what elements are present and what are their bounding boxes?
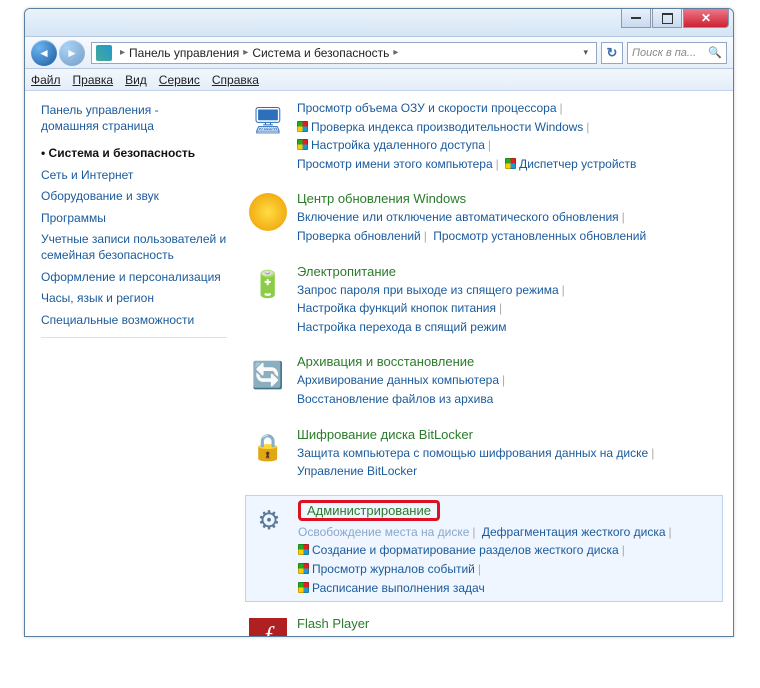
minimize-button[interactable] (621, 9, 651, 28)
menu-help[interactable]: Справка (212, 73, 259, 87)
sidebar-title[interactable]: Панель управления - (41, 103, 227, 117)
link[interactable]: Просмотр установленных обновлений (433, 229, 646, 243)
sidebar-item-hardware[interactable]: Оборудование и звук (41, 186, 227, 208)
sidebar-item-accessibility[interactable]: Специальные возможности (41, 310, 227, 332)
sidebar-subtitle[interactable]: домашняя страница (41, 119, 227, 133)
sidebar-item-system-security[interactable]: Система и безопасность (41, 143, 227, 165)
shield-icon (505, 158, 516, 169)
administration-icon: ⚙ (250, 502, 288, 540)
link[interactable]: Дефрагментация жесткого диска (482, 525, 666, 539)
shield-icon (298, 563, 309, 574)
sidebar-item-programs[interactable]: Программы (41, 208, 227, 230)
shield-icon (298, 582, 309, 593)
link[interactable]: Проверка индекса производительности Wind… (311, 120, 583, 134)
breadcrumb-root[interactable]: Панель управления (129, 46, 239, 60)
link[interactable]: Запрос пароля при выходе из спящего режи… (297, 283, 559, 297)
sidebar-item-appearance[interactable]: Оформление и персонализация (41, 267, 227, 289)
content-pane: 🖥 Просмотр объема ОЗУ и скорости процесс… (235, 91, 733, 636)
menu-file[interactable]: Файл (31, 73, 61, 87)
menu-view[interactable]: Вид (125, 73, 147, 87)
section-administration: ⚙ Администрирование Освобождение места н… (245, 495, 723, 602)
backup-icon: 🔄 (249, 356, 287, 394)
link[interactable]: Управление BitLocker (297, 464, 417, 478)
category-administration[interactable]: Администрирование (298, 500, 440, 521)
link[interactable]: Создание и форматирование разделов жестк… (312, 543, 619, 557)
sidebar-item-clock[interactable]: Часы, язык и регион (41, 288, 227, 310)
category-bitlocker[interactable]: Шифрование диска BitLocker (297, 427, 473, 442)
link[interactable]: Просмотр журналов событий (312, 562, 475, 576)
windows-update-icon (249, 193, 287, 231)
divider (41, 337, 227, 338)
link[interactable]: Настройка перехода в спящий режим (297, 320, 506, 334)
forward-button[interactable]: ► (59, 40, 85, 66)
back-button[interactable]: ◄ (31, 40, 57, 66)
control-panel-icon (96, 45, 112, 61)
address-bar[interactable]: ▸ Панель управления ▸ Система и безопасн… (91, 42, 597, 64)
link[interactable]: Включение или отключение автоматического… (297, 210, 619, 224)
link[interactable]: Просмотр объема ОЗУ и скорости процессор… (297, 101, 557, 115)
category-flash[interactable]: Flash Player (297, 616, 369, 631)
maximize-button[interactable] (652, 9, 682, 28)
category-backup[interactable]: Архивация и восстановление (297, 354, 474, 369)
sidebar: Панель управления - домашняя страница Си… (25, 91, 235, 636)
section-backup: 🔄 Архивация и восстановление Архивирован… (245, 350, 723, 412)
menubar: Файл Правка Вид Сервис Справка (25, 69, 733, 91)
navbar: ◄ ► ▸ Панель управления ▸ Система и безо… (25, 37, 733, 69)
shield-icon (297, 139, 308, 150)
sidebar-item-users[interactable]: Учетные записи пользователей и семейная … (41, 229, 227, 266)
category-windows-update[interactable]: Центр обновления Windows (297, 191, 466, 206)
section-system: 🖥 Просмотр объема ОЗУ и скорости процесс… (245, 95, 723, 177)
shield-icon (297, 121, 308, 132)
chevron-right-icon[interactable]: ▸ (393, 47, 398, 58)
bitlocker-icon: 🔒 (249, 429, 287, 467)
menu-edit[interactable]: Правка (73, 73, 114, 87)
link[interactable]: Архивирование данных компьютера (297, 373, 499, 387)
titlebar[interactable]: ✕ (25, 9, 733, 37)
section-bitlocker: 🔒 Шифрование диска BitLocker Защита комп… (245, 423, 723, 485)
link[interactable]: Расписание выполнения задач (312, 581, 485, 595)
link[interactable]: Просмотр имени этого компьютера (297, 157, 493, 171)
system-icon: 🖥 (249, 101, 287, 139)
search-input[interactable]: Поиск в па... (627, 42, 727, 64)
section-windows-update: Центр обновления Windows Включение или о… (245, 187, 723, 249)
link[interactable]: Диспетчер устройств (519, 157, 636, 171)
menu-tools[interactable]: Сервис (159, 73, 200, 87)
close-button[interactable]: ✕ (683, 9, 729, 28)
link[interactable]: Освобождение места на диске (298, 525, 469, 539)
sidebar-item-network[interactable]: Сеть и Интернет (41, 165, 227, 187)
breadcrumb-current[interactable]: Система и безопасность (252, 46, 389, 60)
section-flash: f Flash Player (245, 612, 723, 636)
link[interactable]: Настройка удаленного доступа (311, 138, 485, 152)
power-icon: 🔋 (249, 266, 287, 304)
chevron-right-icon[interactable]: ▸ (120, 47, 125, 58)
link[interactable]: Настройка функций кнопок питания (297, 301, 496, 315)
control-panel-window: ✕ ◄ ► ▸ Панель управления ▸ Система и бе… (24, 8, 734, 637)
chevron-right-icon[interactable]: ▸ (243, 47, 248, 58)
section-power: 🔋 Электропитание Запрос пароля при выход… (245, 260, 723, 341)
link[interactable]: Проверка обновлений (297, 229, 421, 243)
address-dropdown[interactable]: ▾ (579, 47, 592, 58)
shield-icon (298, 544, 309, 555)
refresh-button[interactable]: ↻ (601, 42, 623, 64)
link[interactable]: Восстановление файлов из архива (297, 392, 493, 406)
link[interactable]: Защита компьютера с помощью шифрования д… (297, 446, 648, 460)
flash-icon: f (249, 618, 287, 636)
category-power[interactable]: Электропитание (297, 264, 396, 279)
